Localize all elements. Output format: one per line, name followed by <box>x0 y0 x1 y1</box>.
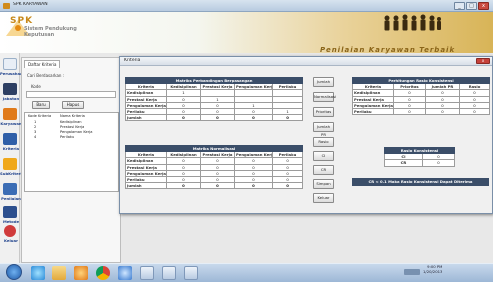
list-header-kode: Kode Kriteria <box>28 114 52 118</box>
table-header: Pengalaman Kerja <box>234 151 273 159</box>
window-title: SPK KARYAWAN <box>13 2 48 7</box>
sum-cell: 0 <box>234 182 273 190</box>
table-header: Kedisiplinan <box>166 151 201 159</box>
spk-logo-text: SPK <box>10 16 34 26</box>
exit-icon[interactable] <box>4 225 16 237</box>
nav-item-keluar[interactable]: Keluar <box>0 238 22 243</box>
nav-item-subkriteria[interactable]: SubKriteria <box>0 171 22 176</box>
subcriteria-icon[interactable] <box>3 158 17 170</box>
banner-subtitle: Sistem Pendukung Keputusan <box>24 26 77 38</box>
baru-button[interactable]: Baru <box>32 101 50 109</box>
cr-label: CR <box>384 159 423 167</box>
banner-subtitle-line2: Keputusan <box>24 32 55 38</box>
simpan-button[interactable]: Simpan <box>313 179 334 189</box>
table-header: Pengalaman Kerja <box>234 83 273 91</box>
criteria-list[interactable]: Kode Kriteria Nama Kriteria 1 Kedisiplin… <box>24 112 119 192</box>
nav-item-kriteria[interactable]: Kriteria <box>0 146 22 151</box>
table-row: Perilaku 0 0 0 <box>352 107 491 116</box>
home-icon[interactable] <box>3 58 17 70</box>
sum-cell: 0 <box>166 182 201 190</box>
criteria-icon[interactable] <box>3 133 17 145</box>
cr-acceptance-note: CR < 0.1 Maka Rasio Konsistensi Dapat Di… <box>352 178 489 186</box>
consistency-ratio-table: Rasio Konsistensi CI 0 CR 0 <box>383 146 456 167</box>
tray-icons[interactable] <box>404 269 420 275</box>
table-row: Jumlah 0 0 0 0 <box>125 114 304 122</box>
nav-item-karyawan[interactable]: Karyawan <box>0 121 22 126</box>
sum-cell: 0 <box>166 114 201 122</box>
chrome-icon[interactable] <box>96 266 110 280</box>
cr-button[interactable]: CR <box>313 165 334 175</box>
list-header-nama: Nama Kriteria <box>60 114 85 118</box>
maximize-button[interactable]: □ <box>466 2 477 10</box>
netbeans-icon[interactable] <box>162 266 176 280</box>
prioritas-button[interactable]: Prioritas <box>313 107 334 117</box>
hapus-button[interactable]: Hapus <box>62 101 84 109</box>
normalisasi-button[interactable]: Normalisasi <box>313 92 336 102</box>
sum-cell: 0 <box>271 182 304 190</box>
row-label: Pengalaman Kerja <box>125 101 167 109</box>
java-icon[interactable] <box>140 266 154 280</box>
ci-button[interactable]: CI <box>313 151 334 161</box>
pairwise-matrix-table: Matriks Perbandingan Berpasangan Kriteri… <box>124 76 304 122</box>
consistency-calc-table: Perhitungan Rasio Konsistensi Kriteria P… <box>351 76 491 116</box>
table-row: CR 0 <box>384 159 456 167</box>
jumlah-button[interactable]: Jumlah <box>313 77 334 87</box>
jumlah-pr-button[interactable]: Jumlah PR <box>313 122 334 137</box>
calculator-icon[interactable] <box>184 266 198 280</box>
folder-icon[interactable] <box>52 266 66 280</box>
row-label: Jumlah <box>125 114 167 122</box>
user-icon[interactable] <box>3 108 17 120</box>
dialog-close-button[interactable]: x <box>476 58 490 64</box>
system-tray: 9:00 PM 1/20/2013 <box>423 264 442 274</box>
app-window-icon[interactable] <box>118 266 132 280</box>
sum-cell: 0 <box>200 182 235 190</box>
row-label: Pengalaman Kerja <box>352 101 394 109</box>
window-title-bar: SPK KARYAWAN _ □ x <box>0 0 493 12</box>
nav-item-jabatan[interactable]: Jabatan <box>0 96 22 101</box>
banner-tagline: Penilaian Karyawan Terbaik <box>320 46 456 54</box>
search-label: Cari Berdasarkan : <box>27 73 65 78</box>
list-item-code[interactable]: 4 <box>34 135 36 140</box>
value-cell: 0 <box>425 107 460 116</box>
browser-icon[interactable] <box>31 266 45 280</box>
sum-cell: 0 <box>234 114 273 122</box>
keluar-button[interactable]: Keluar <box>313 193 334 203</box>
search-field[interactable] <box>26 91 116 98</box>
minimize-button[interactable]: _ <box>454 2 465 10</box>
row-label: Jumlah <box>125 182 167 190</box>
kriteria-dialog: Kriteria x Matriks Perbandingan Berpasan… <box>119 56 493 214</box>
tab-daftar-kriteria[interactable]: Daftar Kriteria <box>24 60 61 68</box>
cr-value: 0 <box>421 159 456 167</box>
close-button[interactable]: x <box>478 2 489 10</box>
dialog-title-bar: Kriteria x <box>120 57 492 66</box>
briefcase-icon[interactable] <box>3 83 17 95</box>
row-label: Pengalaman Kerja <box>125 169 167 177</box>
people-crowd-icon <box>384 14 441 31</box>
table-header: Kedisiplinan <box>166 83 201 91</box>
row-label: Perilaku <box>352 107 394 116</box>
person-icon[interactable] <box>3 183 17 195</box>
kode-label: Kode <box>31 84 41 89</box>
media-player-icon[interactable] <box>74 266 88 280</box>
rasio-button[interactable]: Rasio <box>313 137 334 147</box>
nav-item-penilaian[interactable]: Penilaian <box>0 196 22 201</box>
method-icon[interactable] <box>3 206 17 218</box>
sum-cell: 0 <box>271 114 304 122</box>
value-cell: 0 <box>393 107 426 116</box>
dialog-title: Kriteria <box>124 58 141 63</box>
app-icon <box>3 3 10 9</box>
table-header: Prestasi Kerja <box>200 83 235 91</box>
nav-item-metode[interactable]: Metode <box>0 219 22 224</box>
start-button-icon[interactable] <box>6 264 22 280</box>
nav-item-perusahaan[interactable]: Perusahaan <box>0 71 22 76</box>
normalization-matrix-table: Matriks Normalisasi Kriteria Kedisiplina… <box>124 144 304 190</box>
table-header: Prestasi Kerja <box>200 151 235 159</box>
table-row: Jumlah 0 0 0 0 <box>125 182 304 190</box>
sum-cell: 0 <box>200 114 235 122</box>
clock-date[interactable]: 1/20/2013 <box>423 269 442 274</box>
screen: SPK KARYAWAN _ □ x SPK Sistem Pendukung … <box>0 0 493 282</box>
list-item-name[interactable]: Perilaku <box>60 135 74 140</box>
value-cell: 0 <box>458 107 491 116</box>
